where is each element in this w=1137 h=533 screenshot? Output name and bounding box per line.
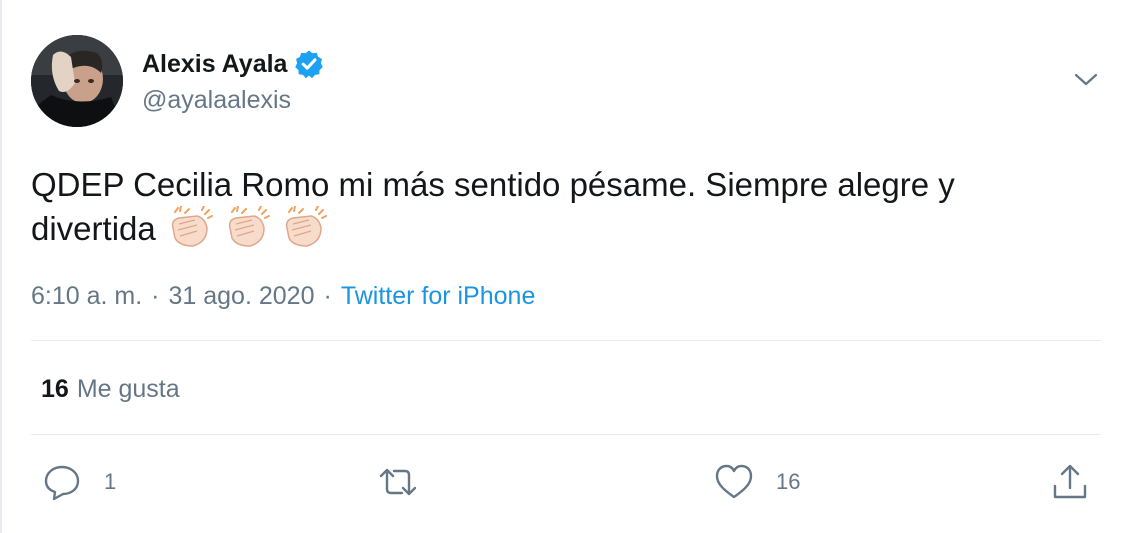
display-name[interactable]: Alexis Ayala (142, 50, 287, 79)
more-options-button[interactable] (1066, 62, 1106, 98)
chevron-down-icon (1074, 73, 1098, 86)
tweet-metadata: 6:10 a. m. · 31 ago. 2020 · Twitter for … (31, 280, 535, 312)
user-handle[interactable]: @ayalaalexis (142, 86, 291, 115)
share-button[interactable] (1050, 462, 1090, 502)
user-header: Alexis Ayala (142, 48, 324, 80)
timeline-border (0, 0, 2, 533)
likes-count: 16 (41, 374, 69, 403)
likes-label: Me gusta (76, 374, 180, 403)
likes-summary[interactable]: 16 Me gusta (41, 373, 180, 405)
reply-count: 1 (104, 469, 117, 494)
clapping-hands-emoji-icon (224, 205, 271, 248)
verified-badge-icon (294, 49, 324, 79)
share-upload-icon (1050, 462, 1090, 502)
tweet-card: Alexis Ayala @ayalaalexis QDEP Cecilia R… (0, 0, 1137, 533)
meta-separator: · (151, 281, 160, 310)
speech-bubble-icon (42, 462, 82, 502)
retweet-button[interactable] (378, 462, 440, 502)
clapping-hands-emoji-icon (281, 205, 328, 248)
clapping-hands-emoji-icon (167, 205, 213, 248)
retweet-arrows-icon (378, 462, 418, 502)
like-button[interactable]: 16 (714, 462, 800, 502)
divider (31, 340, 1101, 341)
avatar[interactable] (31, 35, 123, 127)
divider (31, 434, 1101, 435)
like-count: 16 (776, 469, 801, 494)
reply-button[interactable]: 1 (42, 462, 116, 502)
meta-separator: · (323, 281, 332, 310)
tweet-time[interactable]: 6:10 a. m. (31, 282, 142, 311)
tweet-source-link[interactable]: Twitter for iPhone (341, 282, 536, 311)
heart-icon (714, 462, 754, 502)
tweet-text: QDEP Cecilia Romo mi más sentido pésame.… (31, 163, 1071, 252)
tweet-date[interactable]: 31 ago. 2020 (169, 282, 315, 311)
